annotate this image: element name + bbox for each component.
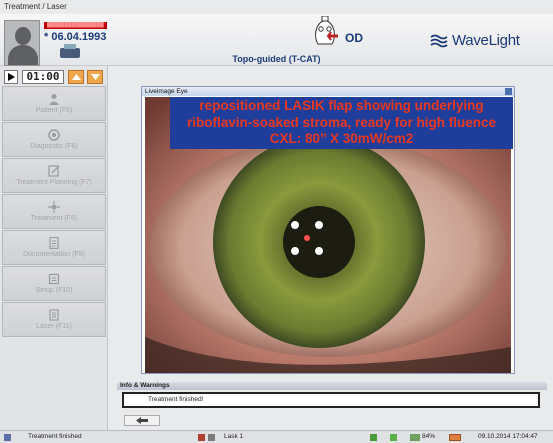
back-button[interactable] [124, 415, 160, 426]
header: ████████████████ * 06.04.1993 OD Topo-gu… [0, 14, 553, 66]
documentation-icon [49, 237, 59, 249]
timer-down-button[interactable] [87, 70, 103, 84]
laser-icon [49, 309, 59, 321]
info-warnings-title: Info & Warnings [117, 382, 547, 390]
nav-setup-label: Setup (F10) [35, 287, 73, 294]
nav-diagnostic-button[interactable]: Diagnostic (F6) [2, 122, 106, 157]
annotation-caption: repositioned LASIK flap showing underlyi… [170, 97, 513, 149]
patient-name: ████████████████ [44, 22, 107, 29]
battery-level: 84% [422, 433, 436, 440]
status-indicator-icon [4, 434, 11, 441]
nav-treatment-planning-button[interactable]: Treatment Planning (F7) [2, 158, 106, 193]
status-bar: Treatment finished Lask 1 84% 09.10.2014… [0, 430, 553, 443]
laser-name: Lask 1 [224, 433, 244, 440]
treatment-icon [48, 201, 60, 213]
battery-icon [410, 434, 420, 441]
eye-label: OD [345, 31, 363, 45]
status-text: Treatment finished [28, 433, 82, 440]
nav-laser-label: Laser (F11) [36, 323, 72, 330]
diagnostic-icon [48, 129, 60, 141]
nav-patient-button[interactable]: Patient (F5) [2, 86, 106, 121]
arrow-down-icon [90, 74, 100, 80]
check-icon [390, 434, 397, 441]
connection-icon [370, 434, 377, 441]
nav-laser-button[interactable]: Laser (F11) [2, 302, 106, 337]
nav-list: Patient (F5) Diagnostic (F6) Treatment P… [2, 86, 106, 338]
nav-treatment-planning-label: Treatment Planning (F7) [16, 179, 92, 186]
liveimage-title: Liveimage Eye [142, 87, 514, 96]
play-button[interactable] [4, 70, 18, 84]
nav-treatment-label: Treatment (F8) [30, 215, 78, 222]
person-icon [49, 94, 59, 105]
setup-icon [48, 273, 60, 285]
nav-patient-label: Patient (F5) [35, 107, 73, 114]
wavelight-logo-icon [430, 34, 448, 48]
warning-indicator-icon [449, 434, 461, 441]
nav-setup-button[interactable]: Setup (F10) [2, 266, 106, 301]
nav-diagnostic-label: Diagnostic (F6) [30, 143, 78, 150]
treatment-timer: 01:00 [22, 70, 64, 84]
nav-documentation-label: Documentation (F9) [23, 251, 85, 258]
laser-module-icon [208, 434, 215, 441]
window-title: Treatment / Laser [4, 2, 67, 11]
liveimage-close-icon[interactable] [505, 88, 512, 95]
timer-up-button[interactable] [68, 70, 84, 84]
laser-status-icon [198, 434, 205, 441]
play-icon [7, 73, 15, 81]
back-arrow-icon [136, 417, 148, 424]
brand-name: WaveLight [452, 32, 520, 49]
treatment-mode-title: Topo-guided (T-CAT) [232, 54, 321, 64]
info-warnings-panel: Info & Warnings Treatment finished! [117, 382, 547, 410]
nav-treatment-button[interactable]: Treatment (F8) [2, 194, 106, 229]
head-eye-icon [315, 16, 338, 45]
nav-documentation-button[interactable]: Documentation (F9) [2, 230, 106, 265]
patient-dob: * 06.04.1993 [44, 31, 107, 43]
arrow-up-icon [71, 74, 81, 80]
info-message: Treatment finished! [122, 392, 540, 408]
planning-icon [48, 165, 60, 177]
status-datetime: 09.10.2014 17:04:47 [478, 433, 538, 440]
